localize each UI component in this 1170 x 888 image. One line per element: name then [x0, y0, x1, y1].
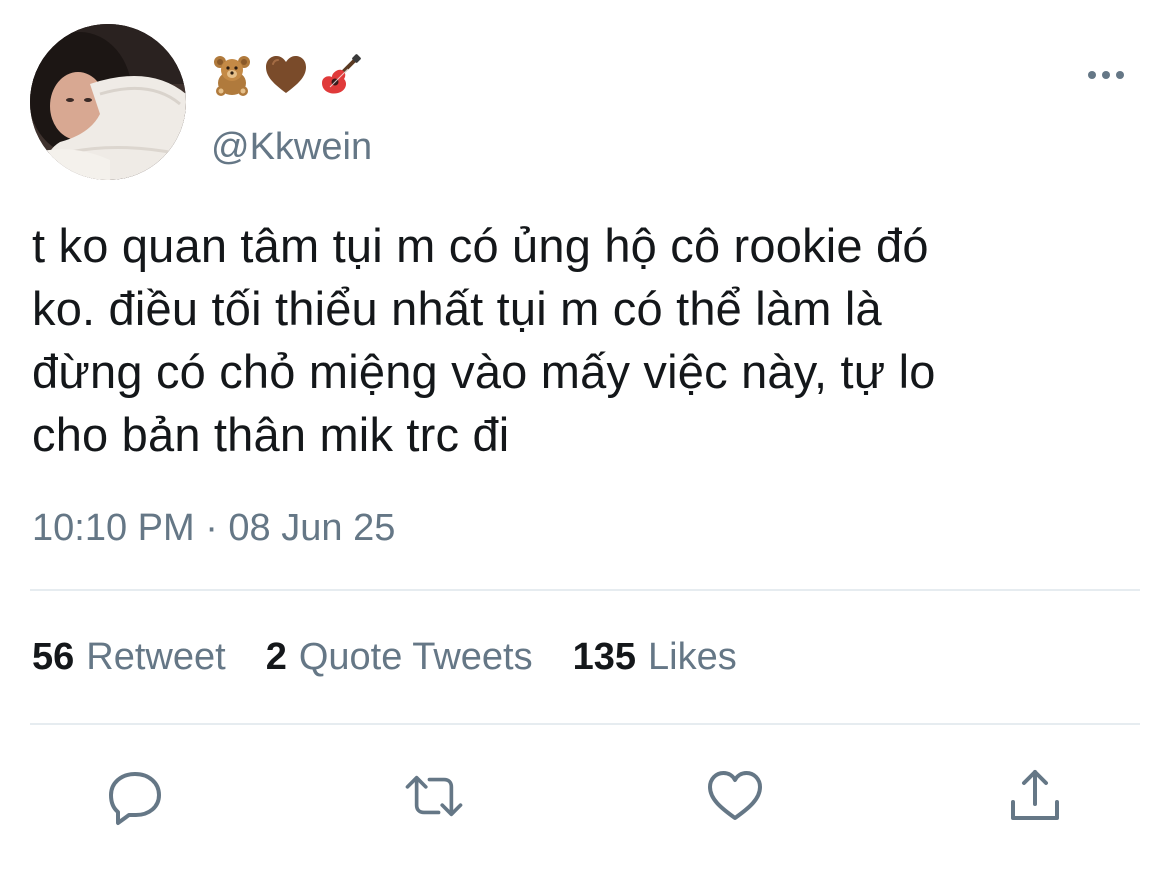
divider — [30, 589, 1140, 591]
tweet-text-line: cho bản thân mik trc đi — [32, 408, 510, 461]
reply-icon — [109, 772, 161, 825]
retweet-button[interactable] — [402, 764, 466, 828]
reply-button[interactable] — [103, 764, 167, 828]
retweet-icon — [405, 775, 463, 817]
retweet-count-link[interactable]: 56 Retweet — [32, 634, 226, 680]
heart-icon — [708, 771, 762, 820]
retweet-count: 56 — [32, 636, 75, 678]
likes-label: Likes — [648, 636, 737, 678]
like-button[interactable] — [703, 764, 767, 828]
retweet-label: Retweet — [86, 636, 226, 678]
display-name[interactable] — [210, 52, 362, 98]
tweet-stats: 56 Retweet 2 Quote Tweets 135 Likes — [32, 634, 777, 680]
more-options-button[interactable] — [1084, 60, 1128, 90]
guitar-icon — [318, 53, 362, 97]
likes-link[interactable]: 135 Likes — [573, 634, 737, 680]
tweet-timestamp[interactable]: 10:10 PM · 08 Jun 25 — [32, 505, 395, 551]
share-button[interactable] — [1003, 764, 1067, 828]
quote-count: 2 — [265, 636, 287, 678]
brown-heart-icon — [264, 53, 308, 97]
avatar-photo — [30, 24, 186, 180]
quote-label: Quote Tweets — [298, 636, 533, 678]
tweet-text-line: đừng có chỏ miệng vào mấy việc này, tự l… — [32, 345, 936, 398]
tweet-text-line: ko. điều tối thiểu nhất tụi m có thể làm… — [32, 282, 882, 335]
share-icon — [1011, 770, 1059, 820]
likes-count: 135 — [572, 636, 637, 678]
ellipsis-icon — [1088, 71, 1124, 79]
tweet-text-line: t ko quan tâm tụi m có ủng hộ cô rookie … — [32, 219, 929, 272]
tweet-text: t ko quan tâm tụi m có ủng hộ cô rookie … — [32, 214, 1132, 466]
user-handle[interactable]: @Kkwein — [211, 124, 372, 170]
avatar[interactable] — [30, 24, 186, 180]
divider — [30, 723, 1140, 725]
teddy-bear-icon — [210, 53, 254, 97]
quote-tweets-link[interactable]: 2 Quote Tweets — [266, 634, 533, 680]
